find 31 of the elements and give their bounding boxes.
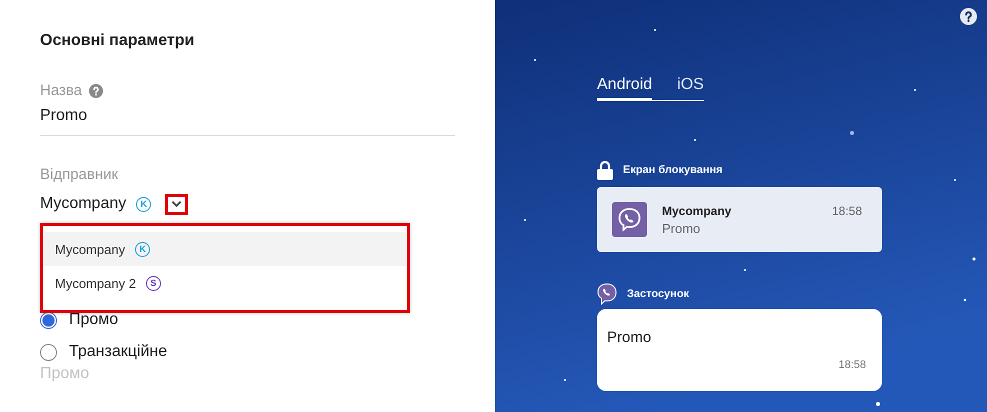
option-label: Mycompany 2: [55, 276, 136, 290]
notification-text: Promo: [662, 220, 702, 236]
field-label: Відправник: [40, 166, 120, 183]
platform-tab[interactable]: Android: [597, 74, 652, 101]
platform-tab[interactable]: iOS: [677, 74, 704, 101]
dropdown-toggle[interactable]: [165, 194, 188, 214]
message-text: Promo: [607, 329, 652, 346]
radio-label: Транзакційне: [69, 343, 168, 361]
sender-value: Mycompany: [40, 195, 126, 213]
dropdown-option[interactable]: Mycompany K: [43, 232, 407, 266]
lock-icon: [597, 160, 613, 180]
radio-label: Промо: [69, 311, 118, 329]
notification-time: 18:58: [832, 204, 862, 218]
phone-bubble-icon: [612, 202, 647, 237]
option-label: Mycompany: [55, 242, 126, 256]
sender-badge: K: [135, 242, 150, 256]
section-label: Екран блокування: [623, 164, 723, 176]
dropdown-option[interactable]: Mycompany 2 S: [43, 266, 407, 300]
message-time: 18:58: [838, 359, 866, 371]
section-title: Основні параметри: [40, 32, 196, 50]
sender-badge: K: [136, 196, 152, 212]
sender-badge: S: [146, 276, 161, 290]
field-label: Назва: [40, 82, 82, 99]
help-icon[interactable]: [960, 8, 977, 25]
radio-button[interactable]: [40, 344, 57, 360]
type-hint: Промо: [40, 365, 90, 383]
notification-sender: Mycompany: [662, 204, 732, 218]
chevron-down-icon: [171, 200, 182, 208]
section-label: Застосунок: [627, 288, 690, 300]
phone-bubble-icon: [597, 283, 617, 305]
name-field[interactable]: Promo: [40, 99, 455, 136]
